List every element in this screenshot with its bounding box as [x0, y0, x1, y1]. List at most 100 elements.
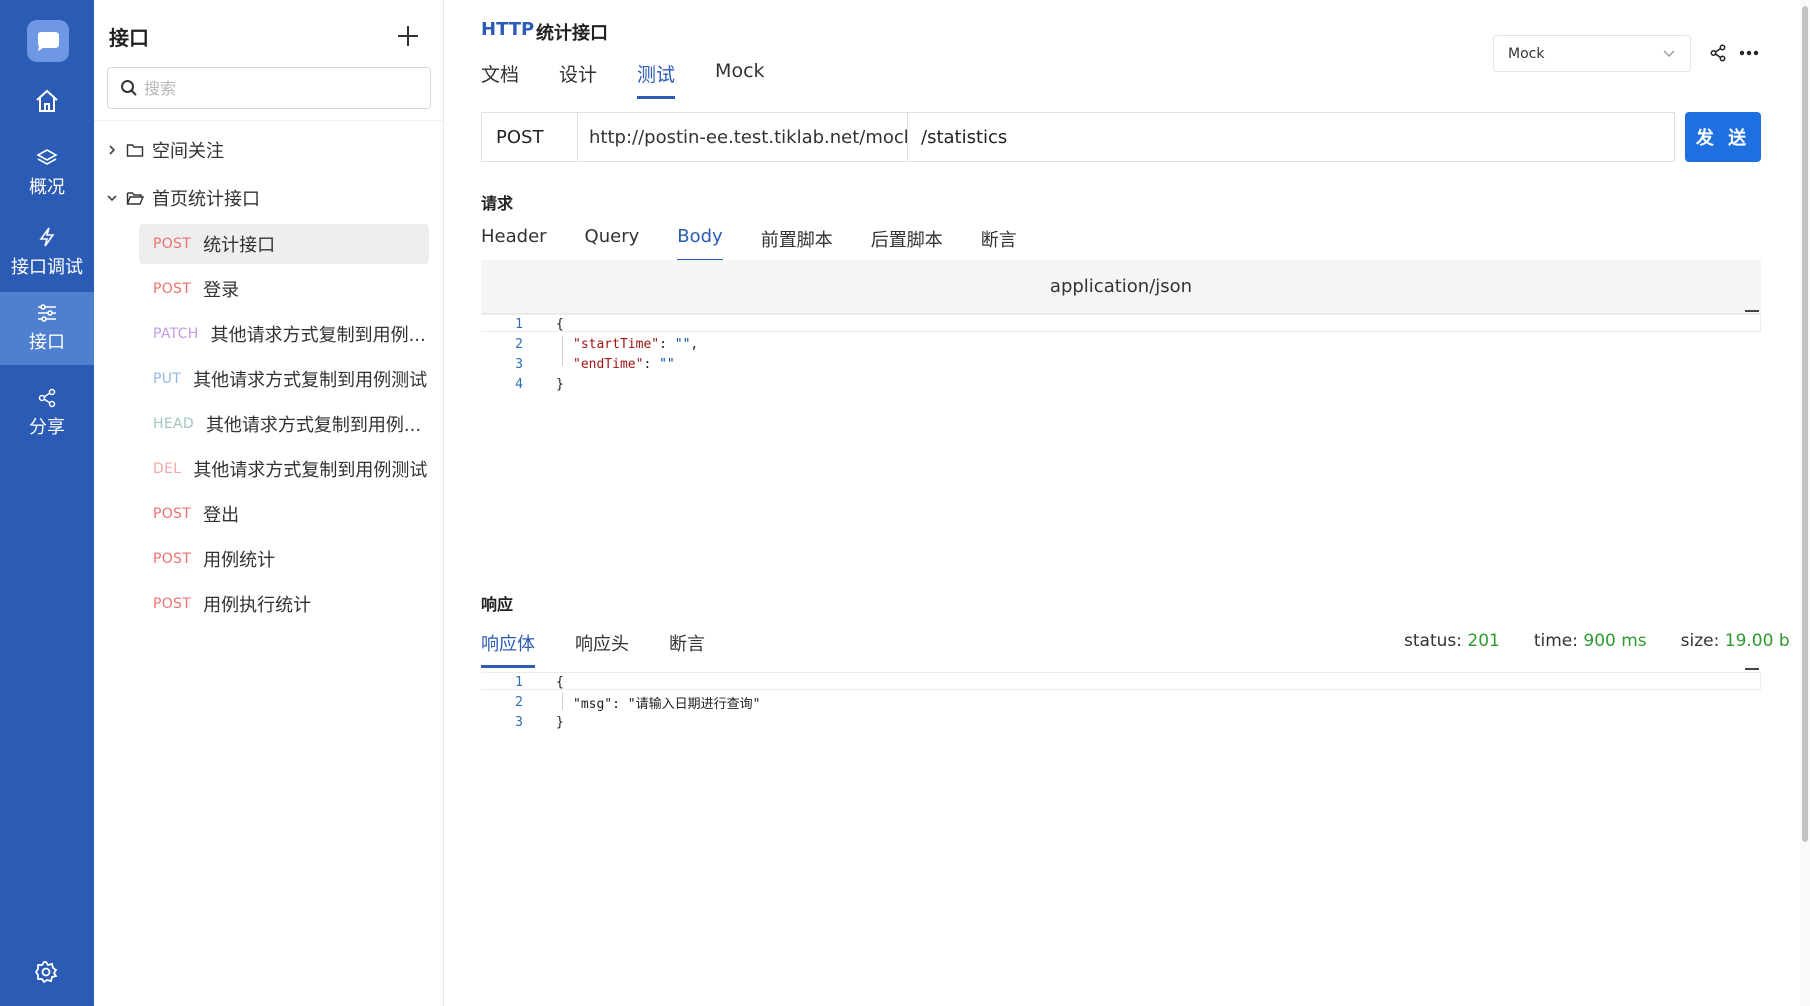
path-input[interactable]	[921, 126, 1674, 148]
api-name: 其他请求方式复制到用例测试	[193, 460, 428, 481]
line-number: 1	[515, 316, 523, 332]
response-stats: status: 201 time: 900 ms size: 19.00 b	[1404, 631, 1790, 651]
method-badge: POST	[153, 551, 192, 567]
search-input[interactable]	[144, 78, 414, 98]
code-text: }	[556, 376, 564, 392]
app-logo[interactable]	[27, 20, 69, 62]
method-badge: POST	[153, 596, 192, 612]
share-button[interactable]	[1709, 44, 1727, 62]
tab-test[interactable]: 测试	[637, 60, 676, 99]
api-item-del[interactable]: DEL 其他请求方式复制到用例测试	[139, 449, 429, 489]
nav-overview[interactable]: 概况	[0, 148, 94, 199]
tab-pre-script[interactable]: 前置脚本	[761, 226, 833, 262]
search-box[interactable]	[107, 67, 431, 109]
editor-current-line	[481, 314, 1761, 332]
method-select[interactable]: POST	[482, 113, 578, 161]
code-text: "endTime": ""	[573, 356, 675, 372]
api-name: 其他请求方式复制到用例测试	[193, 370, 428, 391]
response-body-editor[interactable]: 1 { 2 "msg": "请输入日期进行查询" 3 }	[481, 668, 1761, 732]
nav-api[interactable]: 接口	[0, 292, 94, 365]
code-text: "startTime": "",	[573, 336, 699, 352]
editor-current-line	[481, 672, 1761, 690]
folder-label: 首页统计接口	[152, 189, 260, 210]
add-api-button[interactable]	[396, 24, 420, 48]
method-badge: POST	[153, 506, 192, 522]
api-item-logout[interactable]: POST 登出	[139, 494, 429, 534]
request-body-editor[interactable]: 1 { 2 "startTime": "", 3 "endTime": "" 4…	[481, 310, 1761, 394]
more-button[interactable]	[1739, 44, 1759, 62]
editor-indent-guide	[562, 692, 563, 710]
code-line: 2 "startTime": "",	[481, 334, 698, 354]
send-button[interactable]: 发 送	[1685, 112, 1761, 162]
top-tabs: 文档 设计 测试 Mock	[481, 60, 765, 99]
line-number: 3	[515, 714, 523, 730]
editor-indent-guide	[562, 336, 563, 366]
content-type-bar[interactable]: application/json	[481, 260, 1761, 314]
gear-icon	[34, 961, 58, 984]
environment-value: Mock	[1508, 45, 1545, 62]
settings-button[interactable]	[34, 960, 58, 984]
code-line: 1 {	[481, 672, 564, 692]
api-name: 登录	[203, 280, 240, 301]
api-item-login[interactable]: POST 登录	[139, 269, 429, 309]
protocol-label: HTTP	[481, 19, 535, 40]
code-text: "msg": "请输入日期进行查询"	[573, 696, 761, 712]
status-stat: status: 201	[1404, 631, 1500, 651]
nav-home[interactable]	[0, 88, 94, 128]
chevron-right-icon	[109, 145, 116, 155]
code-line: 4 }	[481, 374, 564, 394]
api-item-head[interactable]: HEAD 其他请求方式复制到用例...	[139, 404, 429, 444]
tab-body[interactable]: Body	[677, 226, 724, 262]
path-field[interactable]	[908, 113, 1674, 161]
nav-api-debug[interactable]: 接口调试	[0, 226, 94, 279]
tab-docs[interactable]: 文档	[481, 60, 519, 99]
api-item-put[interactable]: PUT 其他请求方式复制到用例测试	[139, 359, 429, 399]
line-number: 1	[515, 674, 523, 690]
nav-share-label: 分享	[29, 417, 65, 438]
tab-response-body[interactable]: 响应体	[481, 630, 535, 668]
tab-design[interactable]: 设计	[559, 60, 597, 99]
tab-header[interactable]: Header	[481, 226, 547, 262]
api-item-case-stats[interactable]: POST 用例统计	[139, 539, 429, 579]
sliders-icon	[38, 304, 56, 322]
tab-mock[interactable]: Mock	[715, 60, 764, 99]
share-icon	[1710, 44, 1726, 62]
folder-home-stats[interactable]: 首页统计接口	[106, 185, 260, 211]
api-name: 其他请求方式复制到用例...	[205, 415, 422, 436]
nav-rail: 概况 接口调试 接口 分享	[0, 0, 94, 1006]
scrollbar-thumb[interactable]	[1802, 6, 1808, 842]
code-text: {	[556, 316, 564, 332]
api-sidebar: 接口 空间关注 首页统计接口 POST 统计接口 POST 登录 PATCH 其…	[94, 0, 444, 1006]
nav-overview-label: 概况	[29, 177, 65, 198]
sidebar-title: 接口	[109, 26, 149, 50]
code-text: }	[556, 714, 564, 730]
tab-assertion[interactable]: 断言	[981, 226, 1017, 262]
page-title: 统计接口	[536, 23, 608, 44]
size-stat: size: 19.00 b	[1680, 631, 1790, 651]
environment-select[interactable]: Mock	[1493, 35, 1691, 72]
more-dots-icon	[1739, 50, 1759, 56]
plus-icon	[398, 26, 418, 46]
tab-post-script[interactable]: 后置脚本	[871, 226, 943, 262]
code-line: 2 "msg": "请输入日期进行查询"	[481, 692, 760, 712]
tab-query[interactable]: Query	[585, 226, 640, 262]
line-number: 2	[515, 336, 523, 352]
base-url[interactable]: http://postin-ee.test.tiklab.net/mockx/.…	[578, 113, 908, 161]
page-scrollbar[interactable]	[1800, 0, 1810, 1006]
code-line: 1 {	[481, 314, 564, 334]
response-tabs: 响应体 响应头 断言	[481, 630, 705, 668]
api-item-patch[interactable]: PATCH 其他请求方式复制到用例...	[139, 314, 429, 354]
api-item-stats[interactable]: POST 统计接口	[139, 224, 429, 264]
nav-api-debug-label: 接口调试	[11, 257, 83, 278]
tab-response-headers[interactable]: 响应头	[575, 630, 629, 668]
size-value: 19.00 b	[1724, 631, 1790, 651]
nav-share[interactable]: 分享	[0, 388, 94, 439]
time-value: 900 ms	[1583, 631, 1647, 651]
share-icon	[38, 388, 56, 408]
api-item-case-exec-stats[interactable]: POST 用例执行统计	[139, 584, 429, 624]
tab-response-assertion[interactable]: 断言	[669, 630, 705, 668]
api-name: 登出	[203, 505, 240, 526]
method-badge: DEL	[153, 461, 182, 477]
folder-icon	[126, 144, 144, 157]
folder-space-follow[interactable]: 空间关注	[106, 137, 224, 163]
